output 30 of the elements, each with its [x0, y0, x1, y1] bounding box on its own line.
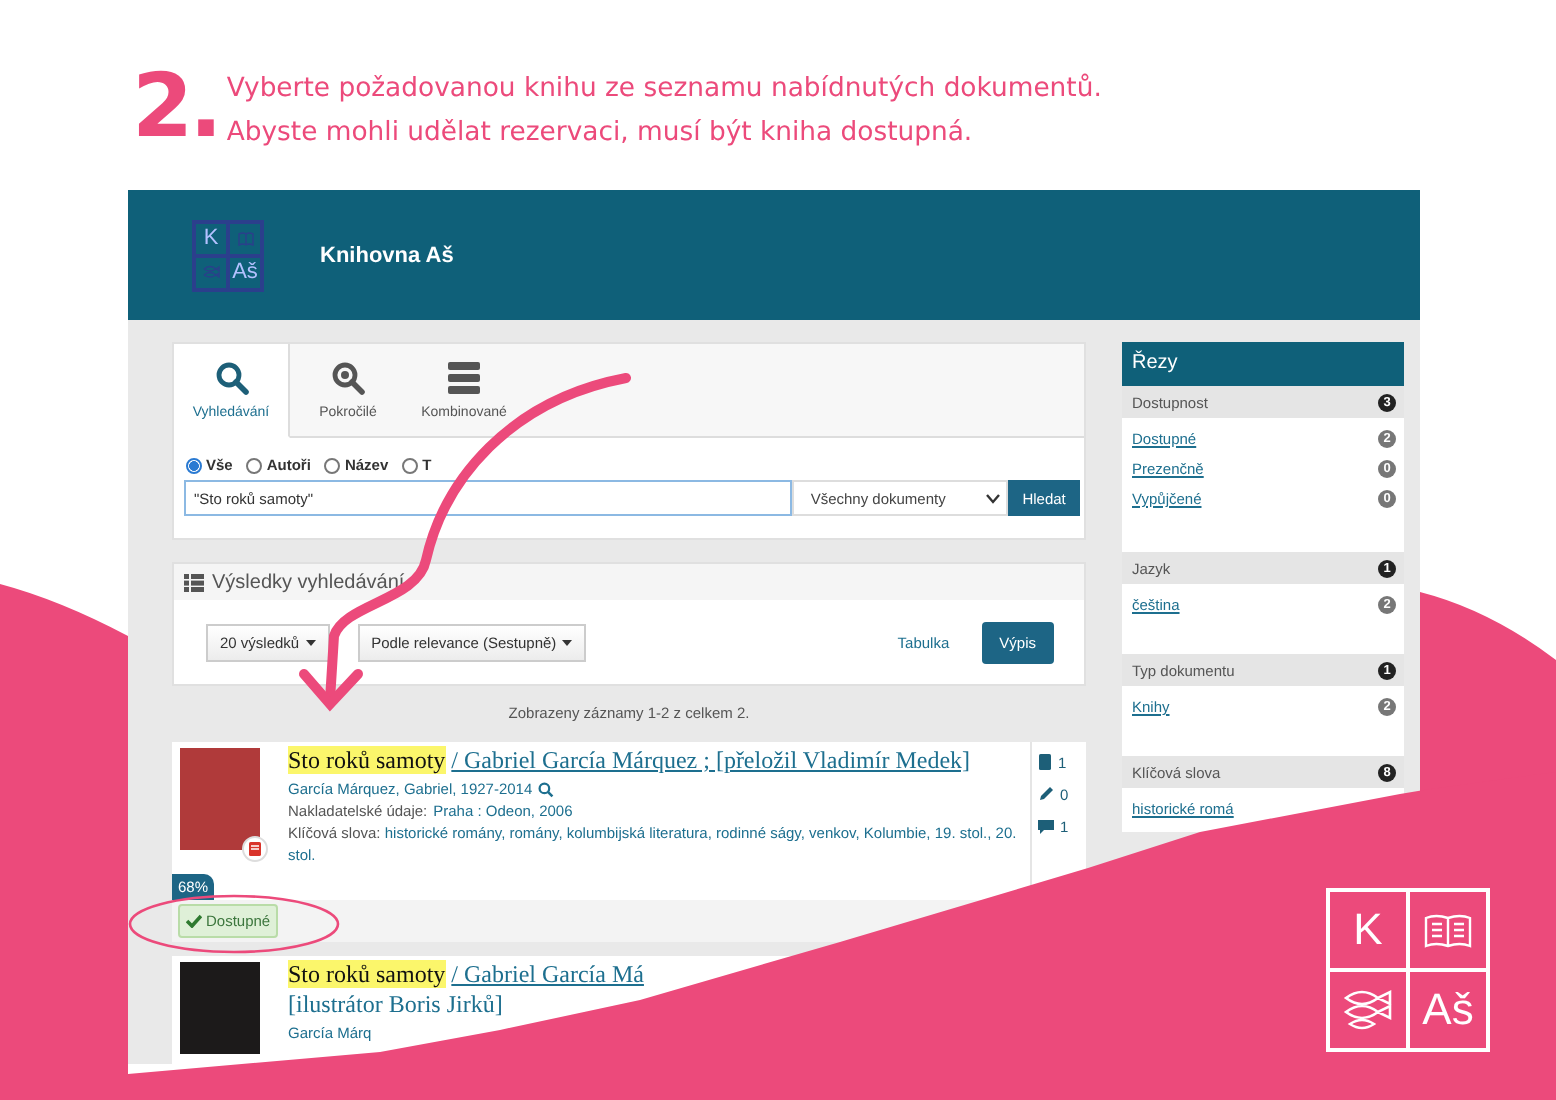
instruction-text: Vyberte požadovanou knihu ze seznamu nabídnutých dokumentů.: [226, 71, 1102, 108]
library-logo: K Aš: [192, 219, 264, 291]
facets-heading: Řezy: [1122, 342, 1404, 386]
chevron-down-icon: [986, 493, 1001, 503]
book-cover-placeholder: [180, 962, 260, 1054]
step-number: 2.: [132, 60, 219, 156]
record-title-link[interactable]: / Gabriel García Márquez ; [přeložil Vladimír Medek]: [451, 746, 971, 774]
results-heading: Výsledky vyhledávání: [212, 571, 405, 593]
site-title[interactable]: Knihovna Aš: [320, 243, 454, 267]
comment-icon: [1038, 819, 1054, 833]
book-icon: [1038, 754, 1052, 770]
list-icon: [184, 573, 204, 591]
server-stack-icon: [446, 360, 482, 396]
fish-icon: [1342, 988, 1394, 1032]
book-format-icon: [242, 836, 268, 862]
record-title-link[interactable]: [ilustrátor Boris Jirků]: [288, 990, 503, 1020]
caret-icon: [562, 639, 573, 645]
book-cover-placeholder: [180, 748, 260, 850]
instruction-text: Abyste mohli udělat rezervaci, musí být kniha dostupná.: [226, 116, 975, 152]
record-title-link[interactable]: / Gabriel García Má: [451, 960, 644, 988]
record-title[interactable]: Sto roků samoty: [288, 746, 446, 774]
search-icon[interactable]: [538, 781, 555, 797]
search-icon: [213, 360, 249, 396]
record-title[interactable]: Sto roků samoty: [288, 960, 446, 988]
pencil-icon: [1038, 786, 1054, 802]
caret-icon: [305, 639, 316, 645]
check-icon: [186, 914, 202, 928]
library-logo: K Aš: [1326, 888, 1490, 1052]
open-book-icon: [1424, 912, 1472, 948]
zoom-in-icon: [330, 360, 366, 396]
